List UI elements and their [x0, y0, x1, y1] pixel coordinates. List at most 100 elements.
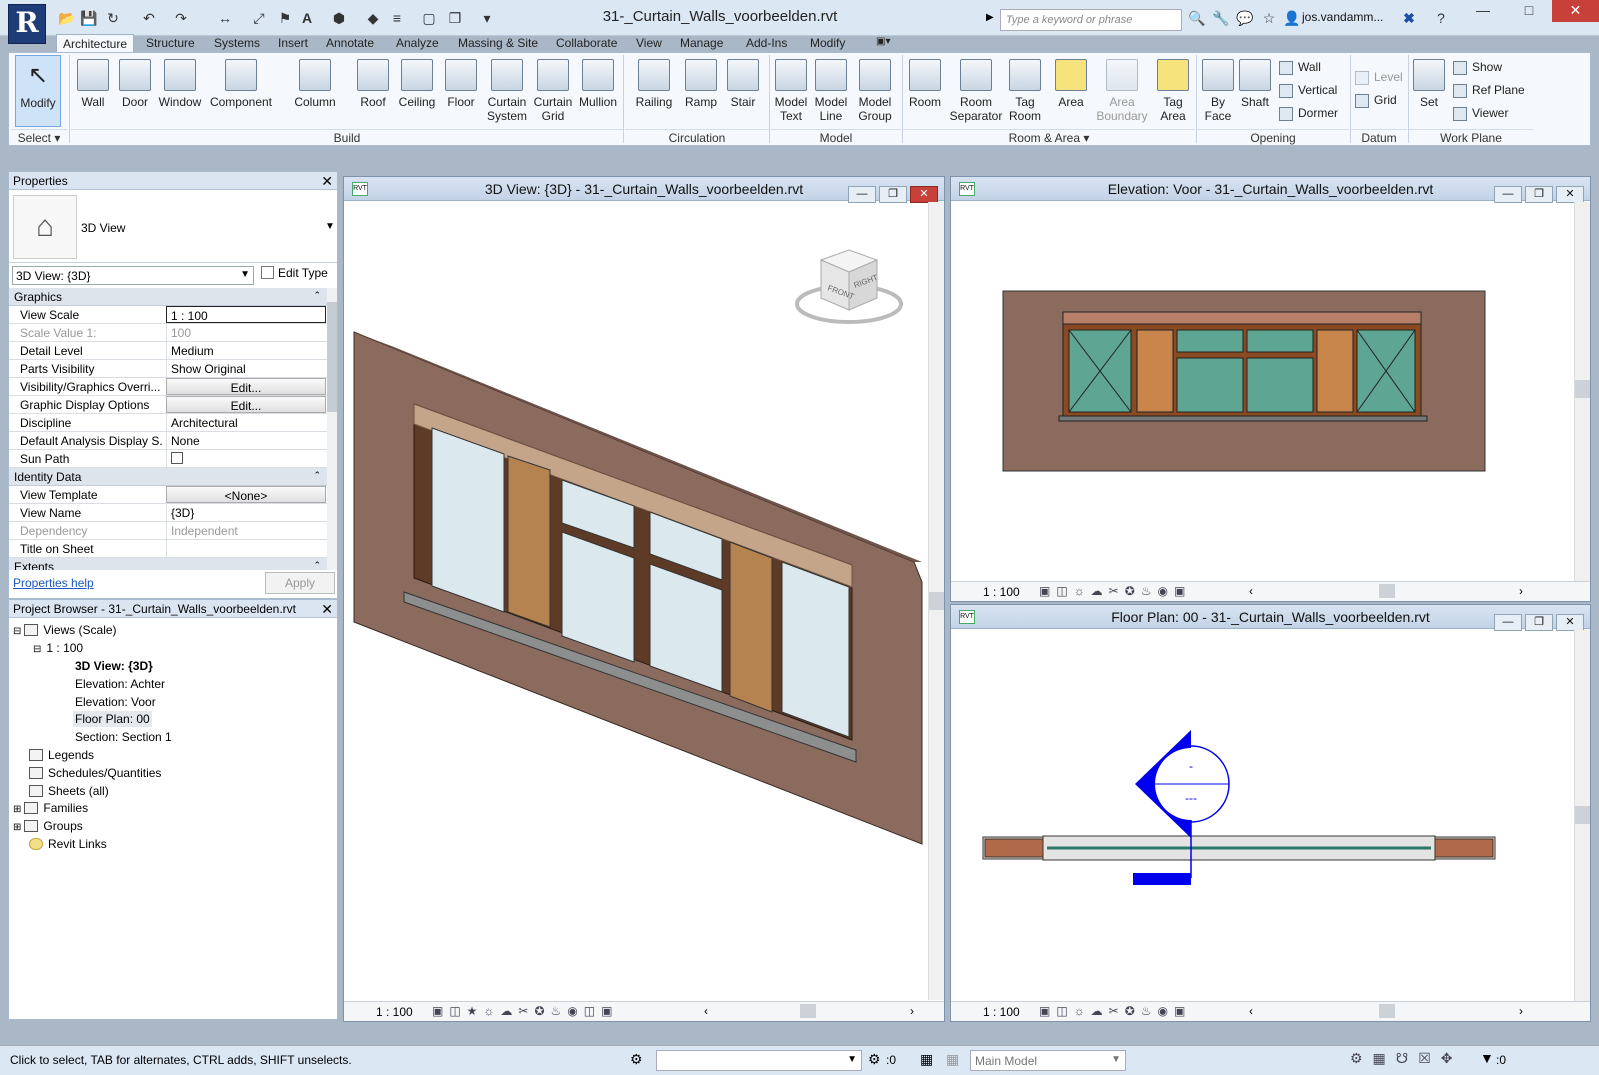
dormer-tool[interactable]: Dormer [1279, 103, 1338, 123]
close-icon[interactable]: ✕ [321, 173, 333, 190]
restore-icon[interactable]: ❐ [1525, 614, 1553, 631]
scroll-left-icon[interactable]: ‹ [1249, 584, 1253, 598]
railing-tool[interactable]: Railing [631, 55, 677, 127]
save-icon[interactable]: 💾 [80, 9, 98, 27]
apply-button[interactable]: Apply [265, 572, 335, 594]
workset-dropdown[interactable]: ▼ [656, 1050, 862, 1071]
open-icon[interactable]: 📂 [58, 9, 76, 27]
stair-tool[interactable]: Stair [723, 55, 763, 127]
tree-node-legends[interactable]: Legends [29, 748, 94, 762]
horizontal-scrollbar-thumb[interactable] [1379, 1004, 1395, 1018]
component-tool[interactable]: Component [207, 55, 275, 127]
minimize-button[interactable]: — [1460, 0, 1506, 22]
favorites-icon[interactable]: ☆ [1260, 9, 1278, 27]
filter-count-icon[interactable]: ⚙ [868, 1051, 881, 1068]
worksets-icon[interactable]: ⚙ [630, 1051, 643, 1068]
model-text-tool[interactable]: Model Text [771, 55, 811, 127]
grid-tool[interactable]: Grid [1355, 90, 1397, 110]
view-cube[interactable]: FRONT RIGHT [795, 249, 903, 324]
close-icon[interactable]: ✕ [321, 601, 333, 618]
property-value[interactable]: Show Original [166, 360, 326, 377]
properties-help-link[interactable]: Properties help [13, 576, 94, 590]
tree-node-floor-plan[interactable]: Floor Plan: 00 [73, 711, 152, 727]
property-value[interactable]: Architectural [166, 414, 326, 431]
communication-icon[interactable]: 💬 [1236, 9, 1254, 27]
property-value[interactable] [166, 540, 326, 557]
property-value[interactable]: {3D} [166, 504, 326, 521]
show-workplane-tool[interactable]: Show [1453, 57, 1502, 77]
design-options-icon[interactable]: ▦ [946, 1051, 959, 1068]
group-room-area[interactable]: Room & Area ▾ [903, 129, 1195, 145]
category-identity-data[interactable]: Identity Data ⌃ [9, 468, 327, 486]
ref-plane-tool[interactable]: Ref Plane [1453, 80, 1525, 100]
viewer-tool[interactable]: Viewer [1453, 103, 1508, 123]
model-line-tool[interactable]: Model Line [811, 55, 851, 127]
ceiling-tool[interactable]: Ceiling [395, 55, 439, 127]
3d-view-icon[interactable]: ⬢ [330, 9, 348, 27]
maximize-button[interactable]: □ [1506, 0, 1552, 22]
horizontal-scrollbar-thumb[interactable] [1379, 584, 1395, 598]
wall-opening-tool[interactable]: Wall [1279, 57, 1321, 77]
ramp-tool[interactable]: Ramp [679, 55, 723, 127]
view-scale[interactable]: 1 : 100 [376, 1005, 413, 1019]
design-option-dropdown[interactable]: Main Model ▼ [970, 1050, 1126, 1071]
elevation-title-bar[interactable]: RVT Elevation: Voor - 31-_Curtain_Walls_… [951, 177, 1590, 203]
close-button[interactable]: ✕ [1552, 0, 1599, 22]
scroll-right-icon[interactable]: › [1519, 584, 1523, 598]
view-scale[interactable]: 1 : 100 [983, 585, 1020, 599]
sync-icon[interactable]: ↻ [104, 9, 122, 27]
text-icon[interactable]: A [298, 9, 316, 27]
thin-lines-icon[interactable]: ≡ [388, 9, 406, 27]
tab-modify[interactable]: Modify [804, 34, 851, 53]
vertical-scrollbar[interactable] [928, 202, 944, 1000]
tab-manage[interactable]: Manage [674, 34, 729, 53]
editing-requests-icon[interactable]: ▦ [920, 1051, 933, 1068]
tag-icon[interactable]: ⚑ [276, 9, 294, 27]
scrollbar-thumb[interactable] [1575, 806, 1590, 824]
3d-view-title-bar[interactable]: RVT 3D View: {3D} - 31-_Curtain_Walls_vo… [344, 177, 944, 203]
close-icon[interactable]: ✕ [1556, 614, 1584, 631]
scroll-right-icon[interactable]: › [910, 1004, 914, 1018]
tree-node-views[interactable]: ⊟ Views (Scale) [13, 623, 117, 637]
edit-type-button[interactable]: Edit Type [261, 266, 328, 280]
selection-option-icons[interactable]: ⚙▦☋☒✥ [1350, 1050, 1463, 1067]
level-tool[interactable]: Level [1355, 67, 1403, 87]
tree-node-elevation-achter[interactable]: Elevation: Achter [75, 677, 165, 691]
tab-structure[interactable]: Structure [140, 34, 201, 53]
curtain-grid-tool[interactable]: Curtain Grid [531, 55, 575, 127]
roof-tool[interactable]: Roof [353, 55, 393, 127]
binoculars-icon[interactable]: 🔍 [1188, 9, 1206, 27]
tab-architecture[interactable]: Architecture [56, 34, 135, 53]
view-control-icons[interactable]: ▣◫☼☁✂✪♨◉▣ [1039, 584, 1191, 598]
window-tool[interactable]: Window [155, 55, 205, 127]
instance-selector[interactable]: 3D View: {3D} ▼ [12, 266, 254, 285]
close-icon[interactable]: ✕ [1556, 186, 1584, 203]
view-control-icons[interactable]: ▣◫★☼☁✂✪♨◉◫▣ [432, 1004, 618, 1018]
tab-annotate[interactable]: Annotate [320, 34, 380, 53]
tree-node-families[interactable]: ⊞ Families [13, 801, 88, 815]
close-hidden-icon[interactable]: ▢ [420, 9, 438, 27]
tree-node-elevation-voor[interactable]: Elevation: Voor [75, 695, 156, 709]
search-input[interactable]: Type a keyword or phrase [1000, 9, 1182, 31]
tab-massing-site[interactable]: Massing & Site [452, 34, 544, 53]
shaft-tool[interactable]: Shaft [1237, 55, 1273, 127]
tab-insert[interactable]: Insert [272, 34, 314, 53]
properties-scrollbar[interactable] [327, 288, 337, 570]
room-separator-tool[interactable]: Room Separator [947, 55, 1005, 127]
column-tool[interactable]: Column [289, 55, 341, 127]
dimension-icon[interactable]: ⤢ [250, 9, 268, 27]
tree-node-section[interactable]: Section: Section 1 [75, 730, 172, 744]
tree-node-scale[interactable]: ⊟ 1 : 100 [33, 641, 83, 655]
mullion-tool[interactable]: Mullion [575, 55, 621, 127]
switch-windows-icon[interactable]: ❐ [446, 9, 464, 27]
property-value-input[interactable]: 1 : 100 [166, 306, 326, 323]
modify-tool[interactable]: ↖ Modify [15, 55, 61, 127]
scroll-left-icon[interactable]: ‹ [1249, 1004, 1253, 1018]
floor-tool[interactable]: Floor [441, 55, 481, 127]
minimize-icon[interactable]: — [848, 186, 876, 203]
wall-tool[interactable]: Wall [73, 55, 113, 127]
tree-node-schedules[interactable]: Schedules/Quantities [29, 766, 161, 780]
customize-qat-icon[interactable]: ▾ [478, 9, 496, 27]
vertical-opening-tool[interactable]: Vertical [1279, 80, 1337, 100]
minimize-icon[interactable]: — [1494, 186, 1522, 203]
